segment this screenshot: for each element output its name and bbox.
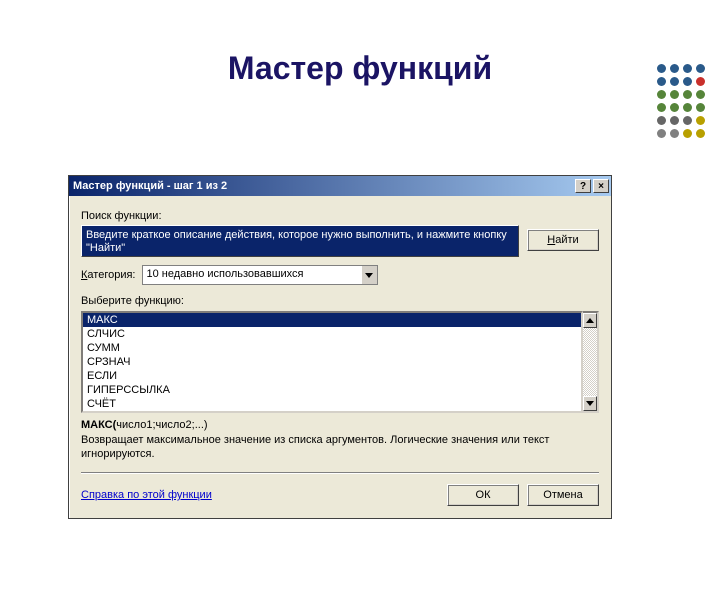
scroll-up-button[interactable]	[583, 313, 597, 328]
close-icon: ×	[598, 181, 604, 192]
function-signature: МАКС(число1;число2;...)	[81, 419, 599, 431]
close-button[interactable]: ×	[593, 179, 609, 193]
help-icon: ?	[580, 181, 586, 192]
list-item[interactable]: СРЗНАЧ	[83, 355, 581, 369]
scroll-down-button[interactable]	[583, 396, 597, 411]
slide-title: Мастер функций	[0, 50, 720, 87]
dropdown-button[interactable]	[361, 266, 377, 284]
list-item[interactable]: ГИПЕРССЫЛКА	[83, 383, 581, 397]
ok-button[interactable]: ОК	[447, 484, 519, 506]
find-btn-rest: айти	[555, 234, 578, 246]
chevron-down-icon	[365, 273, 373, 278]
select-function-label: Выберите функцию:	[81, 295, 599, 307]
function-listbox[interactable]: МАКССЛЧИССУММСРЗНАЧЕСЛИГИПЕРССЫЛКАСЧЁТ	[81, 311, 583, 413]
chevron-up-icon	[586, 318, 594, 323]
scrollbar[interactable]	[583, 311, 599, 413]
function-description: Возвращает максимальное значение из спис…	[81, 433, 599, 461]
scroll-track[interactable]	[583, 328, 597, 396]
list-item[interactable]: ЕСЛИ	[83, 369, 581, 383]
search-label: Поиск функции:	[81, 210, 599, 222]
help-button[interactable]: ?	[575, 179, 591, 193]
list-item[interactable]: СЛЧИС	[83, 327, 581, 341]
category-label: Категория:	[81, 269, 136, 281]
function-wizard-dialog: Мастер функций - шаг 1 из 2 ? × Поиск фу…	[68, 175, 612, 519]
dialog-title: Мастер функций - шаг 1 из 2	[73, 180, 573, 192]
list-item[interactable]: СЧЁТ	[83, 397, 581, 411]
cancel-button[interactable]: Отмена	[527, 484, 599, 506]
decorative-dots	[657, 64, 706, 139]
category-value: 10 недавно использовавшихся	[143, 266, 361, 284]
list-item[interactable]: СУММ	[83, 341, 581, 355]
find-button[interactable]: Найти	[527, 229, 599, 251]
help-link[interactable]: Справка по этой функции	[81, 489, 439, 501]
chevron-down-icon	[586, 401, 594, 406]
titlebar: Мастер функций - шаг 1 из 2 ? ×	[69, 176, 611, 196]
search-input[interactable]: Введите краткое описание действия, котор…	[81, 225, 519, 257]
category-select[interactable]: 10 недавно использовавшихся	[142, 265, 378, 285]
list-item[interactable]: МАКС	[83, 313, 581, 327]
